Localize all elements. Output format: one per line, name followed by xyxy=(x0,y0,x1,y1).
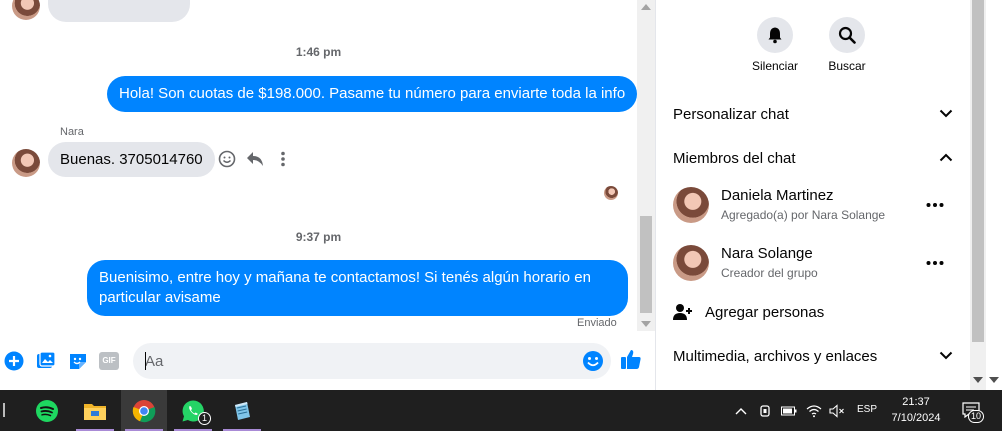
plus-circle-icon[interactable] xyxy=(3,350,25,372)
section-title: Multimedia, archivos y enlaces xyxy=(673,347,878,365)
file-explorer-icon[interactable] xyxy=(72,390,118,431)
message-timestamp: 9:37 pm xyxy=(295,230,342,244)
battery-icon[interactable] xyxy=(780,402,798,420)
chat-thread: 1:46 pm Hola! Son cuotas de $198.000. Pa… xyxy=(0,0,638,390)
avatar[interactable] xyxy=(673,245,709,281)
chat-info-panel: Silenciar Buscar Personalizar chat Miemb… xyxy=(656,0,970,390)
message-bubble-outgoing[interactable]: Buenisimo, entre hoy y mañana te contact… xyxy=(87,260,628,316)
spotify-icon[interactable] xyxy=(24,390,70,431)
member-row[interactable]: Daniela Martinez Agregado(a) por Nara So… xyxy=(673,187,953,227)
search-button[interactable]: Buscar xyxy=(812,17,882,73)
windows-taskbar: 1 ESP 21:37 7/10/2024 10 xyxy=(0,390,1002,431)
scroll-down-arrow[interactable] xyxy=(989,377,999,383)
seen-avatar xyxy=(604,186,618,200)
wifi-icon[interactable] xyxy=(805,402,823,420)
avatar[interactable] xyxy=(673,187,709,223)
search-label: Buscar xyxy=(828,59,866,73)
sender-name: Nara xyxy=(60,126,84,138)
scroll-down-arrow[interactable] xyxy=(973,377,983,383)
scrollbar-thumb[interactable] xyxy=(640,216,652,313)
section-title: Personalizar chat xyxy=(673,105,789,123)
message-bubble-partial[interactable] xyxy=(48,0,190,22)
volume-muted-icon[interactable] xyxy=(828,402,846,420)
notification-center-icon[interactable]: 10 xyxy=(960,401,984,423)
chevron-up-icon xyxy=(939,149,953,167)
taskbar-clock[interactable]: 21:37 7/10/2024 xyxy=(888,394,944,426)
member-subtitle: Creador del grupo xyxy=(721,266,818,280)
message-text: Hola! Son cuotas de $198.000. Pasame tu … xyxy=(119,85,626,102)
scroll-down-arrow[interactable] xyxy=(641,321,651,327)
message-input-box[interactable] xyxy=(133,343,611,379)
sticker-icon[interactable] xyxy=(67,350,89,372)
like-icon[interactable] xyxy=(620,348,642,370)
media-files-links-section[interactable]: Multimedia, archivos y enlaces xyxy=(673,344,953,368)
avatar[interactable] xyxy=(12,0,40,20)
message-bubble-incoming[interactable]: Buenas. 3705014760 xyxy=(48,142,215,177)
text-cursor xyxy=(145,352,146,370)
member-name: Nara Solange xyxy=(721,245,813,262)
language-indicator[interactable]: ESP xyxy=(857,404,877,415)
clock-time: 21:37 xyxy=(902,396,930,408)
avatar[interactable] xyxy=(12,149,40,177)
message-text: Buenas. 3705014760 xyxy=(60,151,203,168)
message-input[interactable] xyxy=(145,351,565,371)
gif-icon[interactable]: GIF xyxy=(98,350,120,372)
message-composer: GIF xyxy=(0,340,655,384)
photo-icon[interactable] xyxy=(35,350,57,372)
message-timestamp: 1:46 pm xyxy=(295,45,342,59)
chrome-icon[interactable] xyxy=(121,390,167,431)
message-text: Buenisimo, entre hoy y mañana te contact… xyxy=(99,269,591,306)
member-options-icon[interactable] xyxy=(923,195,947,215)
info-scrollbar[interactable] xyxy=(970,0,1002,390)
section-title: Miembros del chat xyxy=(673,149,796,167)
chat-members-section[interactable]: Miembros del chat xyxy=(673,146,953,170)
chevron-down-icon xyxy=(939,347,953,365)
chevron-down-icon xyxy=(939,105,953,123)
message-bubble-outgoing[interactable]: Hola! Son cuotas de $198.000. Pasame tu … xyxy=(107,76,638,112)
member-name: Daniela Martinez xyxy=(721,187,834,204)
member-subtitle: Agregado(a) por Nara Solange xyxy=(721,208,886,222)
bell-icon xyxy=(757,17,793,53)
gif-label: GIF xyxy=(99,352,119,370)
add-person-icon xyxy=(673,303,705,321)
add-people-button[interactable]: Agregar personas xyxy=(673,300,953,324)
meet-now-icon[interactable] xyxy=(756,402,774,420)
emoji-icon[interactable] xyxy=(582,350,604,372)
member-options-icon[interactable] xyxy=(923,253,947,273)
notification-badge: 10 xyxy=(968,410,984,423)
notepad-icon[interactable] xyxy=(219,390,265,431)
clock-date: 7/10/2024 xyxy=(891,412,941,424)
notification-badge: 1 xyxy=(198,412,211,425)
mute-button[interactable]: Silenciar xyxy=(740,17,810,73)
whatsapp-icon[interactable]: 1 xyxy=(170,390,216,431)
more-options-icon[interactable] xyxy=(272,148,294,170)
react-emoji-icon[interactable] xyxy=(216,148,238,170)
scroll-up-arrow[interactable] xyxy=(641,4,651,10)
message-status: Enviado xyxy=(577,317,617,329)
customize-chat-section[interactable]: Personalizar chat xyxy=(673,102,953,126)
chevron-up-icon[interactable] xyxy=(732,402,750,420)
scrollbar-thumb[interactable] xyxy=(972,0,984,342)
member-row[interactable]: Nara Solange Creador del grupo xyxy=(673,245,953,285)
search-icon xyxy=(829,17,865,53)
mute-label: Silenciar xyxy=(751,59,799,73)
taskbar-edge-icon xyxy=(3,403,5,417)
add-people-label: Agregar personas xyxy=(705,303,825,321)
chat-scrollbar[interactable] xyxy=(637,0,655,331)
reply-icon[interactable] xyxy=(244,148,266,170)
